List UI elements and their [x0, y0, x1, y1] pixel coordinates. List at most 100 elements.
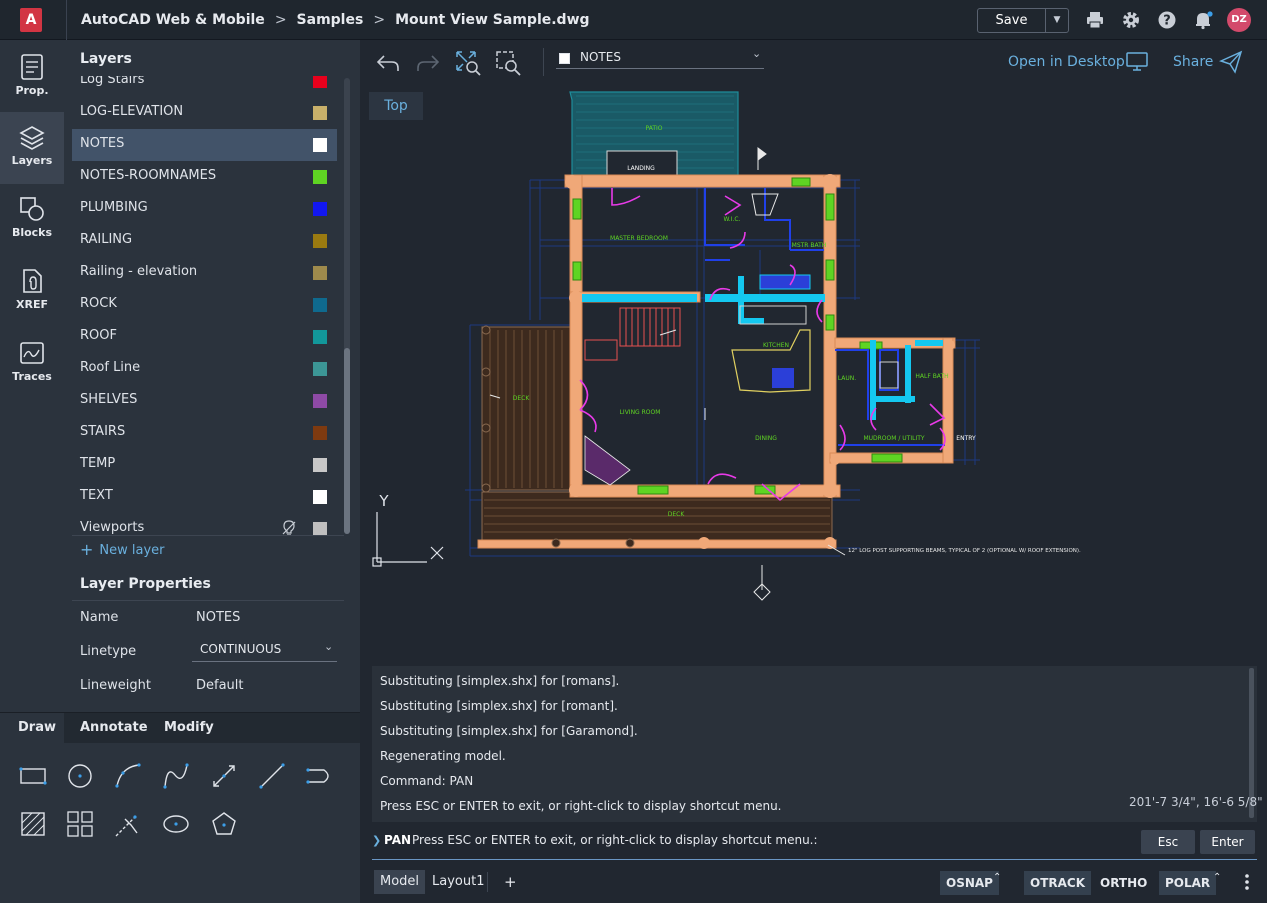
- bell-icon[interactable]: [1193, 10, 1213, 30]
- monitor-icon[interactable]: [1126, 52, 1148, 72]
- polyline-tool-icon[interactable]: [305, 761, 335, 791]
- command-history: Substituting [simplex.shx] for [romans].…: [372, 666, 1257, 822]
- spline-tool-icon[interactable]: [161, 761, 191, 791]
- layer-color-swatch[interactable]: [313, 426, 327, 440]
- arc-tool-icon[interactable]: [113, 761, 143, 791]
- layer-row[interactable]: SHELVES: [72, 385, 337, 417]
- layer-color-swatch[interactable]: [313, 330, 327, 344]
- chevron-up-icon[interactable]: ⌃: [993, 872, 1001, 883]
- layer-row[interactable]: Railing - elevation: [72, 257, 337, 289]
- save-dropdown-icon[interactable]: ▼: [1045, 9, 1068, 32]
- share-link[interactable]: Share: [1173, 54, 1213, 70]
- drawing-label: MASTER BEDROOM: [610, 235, 668, 242]
- open-in-desktop-link[interactable]: Open in Desktop: [1008, 54, 1125, 70]
- layer-name: TEMP: [80, 456, 116, 471]
- user-avatar[interactable]: DZ: [1227, 8, 1251, 32]
- layer-row[interactable]: TEMP: [72, 449, 337, 481]
- layer-row[interactable]: Roof Line: [72, 353, 337, 385]
- lightbulb-off-icon[interactable]: [282, 520, 296, 536]
- rail-properties[interactable]: Prop.: [0, 42, 64, 114]
- tab-draw[interactable]: Draw: [18, 720, 56, 735]
- drawing-canvas[interactable]: PATIO LANDING W.I.C. MSTR BATH MASTER BE…: [360, 84, 1267, 666]
- autocad-logo-icon[interactable]: A: [20, 8, 42, 32]
- dimension-tool-icon[interactable]: [209, 761, 239, 791]
- view-cube-top[interactable]: Top: [369, 92, 423, 120]
- layer-row[interactable]: NOTES-ROOMNAMES: [72, 161, 337, 193]
- layer-row[interactable]: LOG-ELEVATION: [72, 97, 337, 129]
- layer-color-swatch[interactable]: [313, 458, 327, 472]
- layer-row[interactable]: NOTES: [72, 129, 337, 161]
- layer-color-swatch[interactable]: [313, 138, 327, 152]
- osnap-toggle[interactable]: OSNAP: [940, 871, 999, 895]
- tab-model[interactable]: Model: [374, 870, 426, 894]
- save-button[interactable]: Save: [978, 9, 1045, 32]
- layer-row[interactable]: RAILING: [72, 225, 337, 257]
- circle-tool-icon[interactable]: [65, 761, 95, 791]
- gear-icon[interactable]: [1121, 10, 1141, 30]
- tab-annotate[interactable]: Annotate: [80, 720, 148, 735]
- ellipse-tool-icon[interactable]: [161, 809, 191, 839]
- print-icon[interactable]: [1085, 10, 1105, 30]
- layer-color-swatch[interactable]: [313, 234, 327, 248]
- crumb-samples[interactable]: Samples: [297, 12, 364, 28]
- layer-color-swatch[interactable]: [313, 170, 327, 184]
- scrollbar-thumb[interactable]: [344, 348, 350, 534]
- layer-color-swatch[interactable]: [313, 362, 327, 376]
- layer-color-swatch[interactable]: [313, 490, 327, 504]
- layer-color-swatch[interactable]: [313, 298, 327, 312]
- layer-color-swatch[interactable]: [313, 76, 327, 88]
- ortho-toggle[interactable]: ORTHO: [1094, 871, 1153, 895]
- layer-row[interactable]: PLUMBING: [72, 193, 337, 225]
- chevron-up-icon[interactable]: ⌃: [1213, 872, 1221, 883]
- current-layer-dropdown[interactable]: NOTES ⌄: [556, 47, 764, 69]
- tab-modify[interactable]: Modify: [164, 720, 214, 735]
- line-tool-icon[interactable]: [257, 761, 287, 791]
- layer-row[interactable]: Viewports: [72, 513, 337, 536]
- layer-row[interactable]: STAIRS: [72, 417, 337, 449]
- layer-color-swatch[interactable]: [313, 394, 327, 408]
- help-icon[interactable]: ?: [1157, 10, 1177, 30]
- rail-traces[interactable]: Traces: [0, 328, 64, 400]
- zoom-window-icon[interactable]: [495, 50, 521, 76]
- enter-button[interactable]: Enter: [1200, 830, 1255, 854]
- paper-plane-icon[interactable]: [1219, 50, 1243, 74]
- rail-layers[interactable]: Layers: [0, 112, 64, 184]
- zoom-extents-icon[interactable]: [455, 50, 481, 76]
- hatch-tool-icon[interactable]: [18, 809, 48, 839]
- rail-label: Blocks: [11, 226, 53, 239]
- command-line[interactable]: ❯ PAN Press ESC or ENTER to exit, or rig…: [372, 822, 1257, 860]
- undo-icon[interactable]: [375, 50, 401, 76]
- trim-tool-icon[interactable]: [113, 809, 143, 839]
- layer-name: Roof Line: [80, 360, 141, 375]
- polygon-tool-icon[interactable]: [209, 809, 239, 839]
- polar-toggle[interactable]: POLAR: [1159, 871, 1217, 895]
- linetype-dropdown[interactable]: CONTINUOUS ⌄: [192, 640, 337, 662]
- add-layout-button[interactable]: +: [498, 870, 523, 894]
- crumb-app[interactable]: AutoCAD Web & Mobile: [81, 12, 265, 28]
- rail-xref[interactable]: XREF: [0, 256, 64, 328]
- otrack-toggle[interactable]: OTRACK: [1024, 871, 1092, 895]
- prop-lineweight-value[interactable]: Default: [196, 678, 244, 693]
- toolbar-divider: [543, 48, 544, 76]
- tab-layout1[interactable]: Layout1: [426, 870, 490, 894]
- layer-list-scrollbar[interactable]: [344, 78, 350, 534]
- layer-color-swatch[interactable]: [313, 266, 327, 280]
- prop-name-value[interactable]: NOTES: [196, 610, 240, 625]
- redo-icon[interactable]: [415, 50, 441, 76]
- layer-row[interactable]: ROCK: [72, 289, 337, 321]
- layer-color-swatch[interactable]: [313, 106, 327, 120]
- layer-row[interactable]: TEXT: [72, 481, 337, 513]
- layer-color-swatch[interactable]: [313, 522, 327, 536]
- rectangle-tool-icon[interactable]: [18, 761, 48, 791]
- new-layer-button[interactable]: + New layer: [80, 540, 165, 559]
- rail-blocks[interactable]: Blocks: [0, 184, 64, 256]
- array-tool-icon[interactable]: [65, 809, 95, 839]
- layer-row[interactable]: ROOF: [72, 321, 337, 353]
- rail-label: Traces: [12, 370, 52, 383]
- properties-icon: [21, 54, 43, 80]
- layer-row[interactable]: Log Stairs: [72, 76, 337, 97]
- more-vertical-icon[interactable]: [1242, 872, 1252, 892]
- current-layer-name: NOTES: [580, 50, 621, 64]
- esc-button[interactable]: Esc: [1141, 830, 1195, 854]
- layer-color-swatch[interactable]: [313, 202, 327, 216]
